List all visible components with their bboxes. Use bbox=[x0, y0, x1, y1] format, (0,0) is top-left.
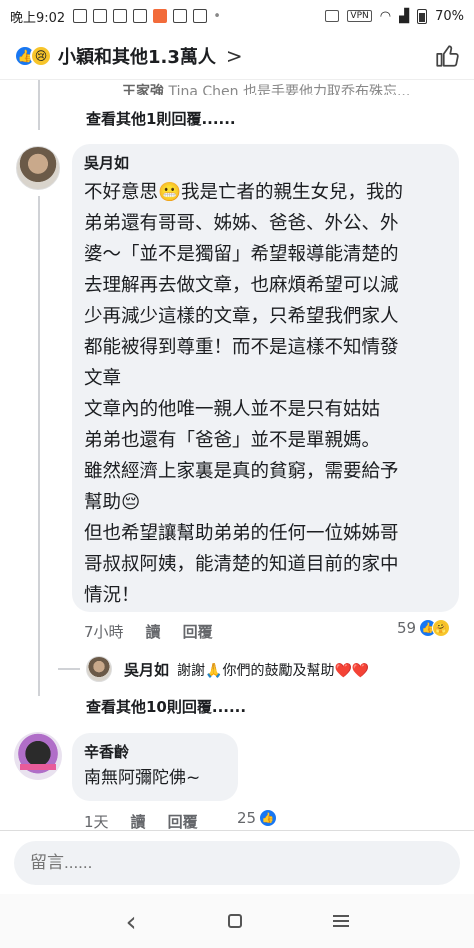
chevron-right-icon[interactable]: > bbox=[226, 44, 243, 68]
comment-text: 不好意思😬我是亡者的親生女兒，我的 弟弟還有哥哥、姊姊、爸爸、外公、外 婆～「並… bbox=[84, 182, 404, 606]
truncated-reply-author: 王家強 bbox=[122, 84, 164, 95]
status-time: 晚上9:02 bbox=[10, 10, 66, 26]
view-more-replies-10[interactable]: 查看其他10則回覆...... bbox=[86, 696, 246, 717]
reply-button[interactable]: 回覆 bbox=[168, 811, 198, 832]
play-icon bbox=[113, 8, 128, 23]
read-button[interactable]: 讀 bbox=[131, 811, 146, 832]
like-outline-icon[interactable] bbox=[434, 43, 460, 69]
comment-bubble[interactable]: 吳月如 不好意思😬我是亡者的親生女兒，我的 弟弟還有哥哥、姊姊、爸爸、外公、外 … bbox=[72, 144, 459, 612]
reaction-count: 25 bbox=[237, 809, 257, 827]
comment-reactions[interactable]: 59 👍 🤗 bbox=[397, 619, 451, 637]
comment-reactions[interactable]: 25 👍 bbox=[237, 809, 278, 827]
wifi-icon: ◠ bbox=[379, 8, 392, 24]
comment-time: 1天 bbox=[84, 813, 109, 831]
vpn-badge: VPN bbox=[347, 10, 372, 22]
messenger-icon bbox=[133, 8, 148, 23]
reply-preview[interactable]: 吳月如 謝謝🙏你們的鼓勵及幫助❤️❤️ bbox=[124, 659, 369, 680]
image2-icon bbox=[193, 8, 208, 23]
recents-icon[interactable] bbox=[332, 915, 349, 927]
back-icon[interactable]: ‹ bbox=[125, 905, 136, 938]
signal-icon: ▟ bbox=[399, 8, 410, 24]
gallery-icon bbox=[73, 8, 88, 23]
app-icon bbox=[153, 8, 168, 23]
like-reaction-icon: 👍 bbox=[259, 809, 278, 827]
battery-icon bbox=[417, 8, 428, 24]
thread-branch bbox=[58, 668, 80, 670]
avatar[interactable] bbox=[16, 146, 60, 190]
mute-icon bbox=[325, 10, 340, 22]
avatar[interactable] bbox=[14, 732, 62, 780]
status-right: VPN ◠ ▟ 70% bbox=[325, 8, 464, 24]
reaction-icons: 👍 😢 bbox=[14, 44, 52, 67]
comment-actions: 1天 讀 回覆 bbox=[84, 811, 220, 832]
sad-reaction-icon: 😢 bbox=[30, 44, 52, 67]
reaction-count: 59 bbox=[397, 619, 417, 637]
view-more-replies-1[interactable]: 查看其他1則回覆...... bbox=[86, 108, 236, 129]
battery-percent: 70% bbox=[435, 8, 464, 24]
comment-composer bbox=[0, 830, 474, 894]
thread-line bbox=[38, 80, 40, 130]
comment-author[interactable]: 辛香齡 bbox=[84, 741, 226, 762]
image-icon bbox=[173, 8, 188, 23]
system-nav-bar: ‹ bbox=[0, 894, 474, 948]
truncated-reply-text: Tina Chen 也是手要他力取乔布殊忘... bbox=[168, 84, 411, 95]
upload-icon bbox=[93, 8, 108, 23]
reply-button[interactable]: 回覆 bbox=[183, 621, 213, 642]
reply-text: 謝謝🙏你們的鼓勵及幫助❤️❤️ bbox=[177, 662, 370, 679]
comment-bubble[interactable]: 辛香齡 南無阿彌陀佛~ bbox=[72, 733, 238, 801]
status-bar: 晚上9:02 • VPN ◠ ▟ 70% bbox=[0, 0, 474, 32]
comment-actions: 7小時 讀 回覆 bbox=[84, 621, 235, 642]
reactions-header[interactable]: 👍 😢 小穎和其他1.3萬人 > bbox=[0, 32, 474, 80]
truncated-reply: 王家強 Tina Chen 也是手要他力取乔布殊忘... bbox=[86, 81, 456, 95]
care-reaction-icon: 🤗 bbox=[432, 619, 451, 637]
comment-time: 7小時 bbox=[84, 623, 124, 641]
comment-author[interactable]: 吳月如 bbox=[84, 152, 447, 173]
more-dots-icon: • bbox=[213, 8, 221, 24]
home-icon[interactable] bbox=[227, 914, 242, 928]
comment-input[interactable] bbox=[14, 841, 460, 885]
avatar[interactable] bbox=[86, 656, 112, 682]
notification-icons: • bbox=[73, 8, 221, 24]
reply-author[interactable]: 吳月如 bbox=[124, 659, 169, 680]
thread-line bbox=[38, 196, 40, 696]
reactors-summary[interactable]: 小穎和其他1.3萬人 bbox=[58, 43, 216, 69]
read-button[interactable]: 讀 bbox=[146, 621, 161, 642]
comment-text: 南無阿彌陀佛~ bbox=[84, 768, 201, 788]
